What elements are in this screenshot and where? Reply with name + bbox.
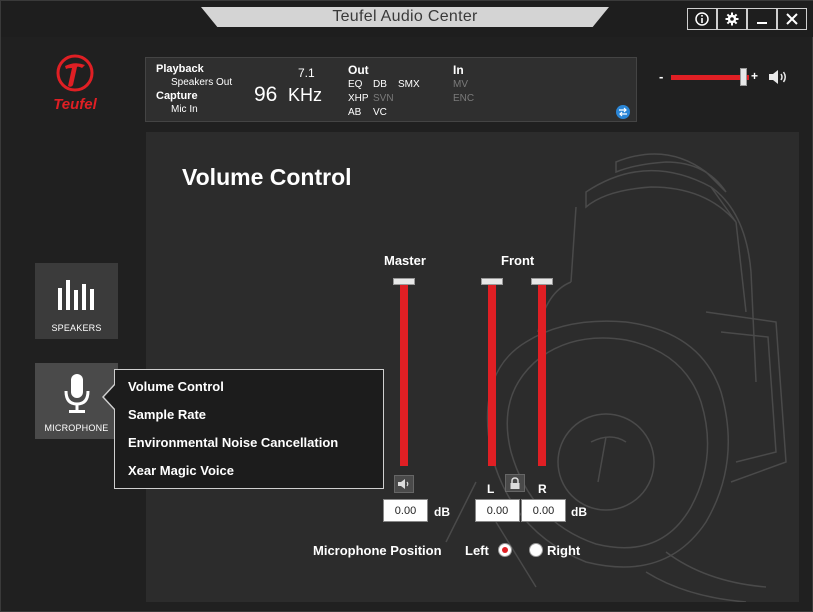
capture-device: Mic In bbox=[171, 104, 198, 115]
playback-device: Speakers Out bbox=[171, 77, 233, 88]
mic-position-right-radio[interactable] bbox=[529, 543, 543, 557]
close-icon bbox=[786, 13, 798, 25]
close-button[interactable] bbox=[777, 8, 807, 30]
minimize-button[interactable] bbox=[747, 8, 777, 30]
menu-pointer-inner bbox=[104, 384, 116, 410]
front-right-db-field[interactable]: 0.00 bbox=[521, 499, 566, 522]
in-mv: MV bbox=[453, 79, 468, 90]
out-svn: SVN bbox=[373, 93, 394, 104]
out-smx: SMX bbox=[398, 79, 420, 90]
master-db-unit: dB bbox=[434, 505, 450, 519]
info-button[interactable] bbox=[687, 8, 717, 30]
out-label: Out bbox=[348, 63, 369, 77]
title-bar[interactable]: Teufel Audio Center bbox=[1, 1, 813, 37]
front-label: Front bbox=[501, 253, 535, 268]
menu-item-noise-cancellation[interactable]: Environmental Noise Cancellation bbox=[128, 435, 338, 450]
channel-config: 7.1 bbox=[298, 66, 315, 80]
page-title: Volume Control bbox=[182, 164, 352, 190]
mic-position-left-label: Left bbox=[465, 543, 489, 558]
menu-item-xear-magic-voice[interactable]: Xear Magic Voice bbox=[128, 463, 234, 478]
app-window: Teufel Audio Center Teufel Playback Spea… bbox=[0, 0, 813, 612]
playback-label: Playback bbox=[156, 63, 204, 75]
front-db-unit: dB bbox=[571, 505, 587, 519]
main-panel: Volume Control Master 0.00 dB Front L R … bbox=[146, 132, 799, 602]
speakers-icon bbox=[58, 280, 94, 310]
svg-text:Teufel: Teufel bbox=[53, 96, 97, 113]
volume-minus[interactable]: - bbox=[659, 69, 663, 84]
in-label: In bbox=[453, 63, 464, 77]
info-icon bbox=[695, 12, 709, 26]
window-title: Teufel Audio Center bbox=[332, 8, 478, 25]
speaker-mute-icon bbox=[398, 479, 409, 489]
sample-rate-value: 96 bbox=[254, 83, 278, 106]
master-slider-track[interactable] bbox=[400, 283, 408, 466]
master-slider-thumb[interactable] bbox=[393, 278, 415, 285]
nav-speakers-label: SPEAKERS bbox=[51, 323, 102, 333]
mute-button[interactable] bbox=[394, 475, 414, 493]
lock-icon bbox=[510, 476, 520, 489]
mic-position-label: Microphone Position bbox=[313, 543, 442, 558]
status-info-panel: Playback Speakers Out Capture Mic In 7.1… bbox=[145, 57, 637, 122]
speaker-icon[interactable] bbox=[767, 68, 789, 91]
capture-label: Capture bbox=[156, 90, 198, 102]
master-label: Master bbox=[384, 253, 426, 268]
master-volume-thumb[interactable] bbox=[740, 68, 747, 86]
master-db-field[interactable]: 0.00 bbox=[383, 499, 428, 522]
out-xhp: XHP bbox=[348, 93, 369, 104]
out-db: DB bbox=[373, 79, 387, 90]
mic-position-left-radio[interactable] bbox=[498, 543, 512, 557]
in-enc: ENC bbox=[453, 93, 475, 104]
headphones-background-image bbox=[445, 153, 787, 602]
front-left-slider-thumb[interactable] bbox=[481, 278, 503, 285]
gear-icon bbox=[725, 12, 739, 26]
teufel-logo: Teufel bbox=[51, 53, 99, 115]
menu-item-sample-rate[interactable]: Sample Rate bbox=[128, 407, 206, 422]
mic-position-right-label: Right bbox=[547, 543, 581, 558]
front-left-slider-track[interactable] bbox=[488, 283, 496, 466]
out-ab: AB bbox=[348, 107, 362, 118]
front-left-db-field[interactable]: 0.00 bbox=[475, 499, 520, 522]
settings-button[interactable] bbox=[717, 8, 747, 30]
nav-microphone-label: MICROPHONE bbox=[44, 423, 109, 433]
out-vc: VC bbox=[373, 107, 387, 118]
microphone-submenu: Volume Control Sample Rate Environmental… bbox=[114, 369, 384, 489]
menu-item-volume-control[interactable]: Volume Control bbox=[128, 379, 224, 394]
volume-plus[interactable]: + bbox=[751, 69, 758, 83]
link-lock-button[interactable] bbox=[505, 474, 525, 492]
swap-icon[interactable] bbox=[616, 105, 630, 119]
front-right-slider-track[interactable] bbox=[538, 283, 546, 466]
sample-rate-unit: KHz bbox=[288, 85, 323, 105]
master-volume-slider[interactable] bbox=[671, 75, 749, 80]
front-right-label: R bbox=[538, 482, 547, 496]
nav-speakers[interactable]: SPEAKERS bbox=[35, 263, 118, 339]
minimize-icon bbox=[757, 22, 767, 24]
front-left-label: L bbox=[487, 482, 495, 496]
microphone-icon bbox=[64, 374, 90, 413]
front-right-slider-thumb[interactable] bbox=[531, 278, 553, 285]
out-eq: EQ bbox=[348, 79, 363, 90]
